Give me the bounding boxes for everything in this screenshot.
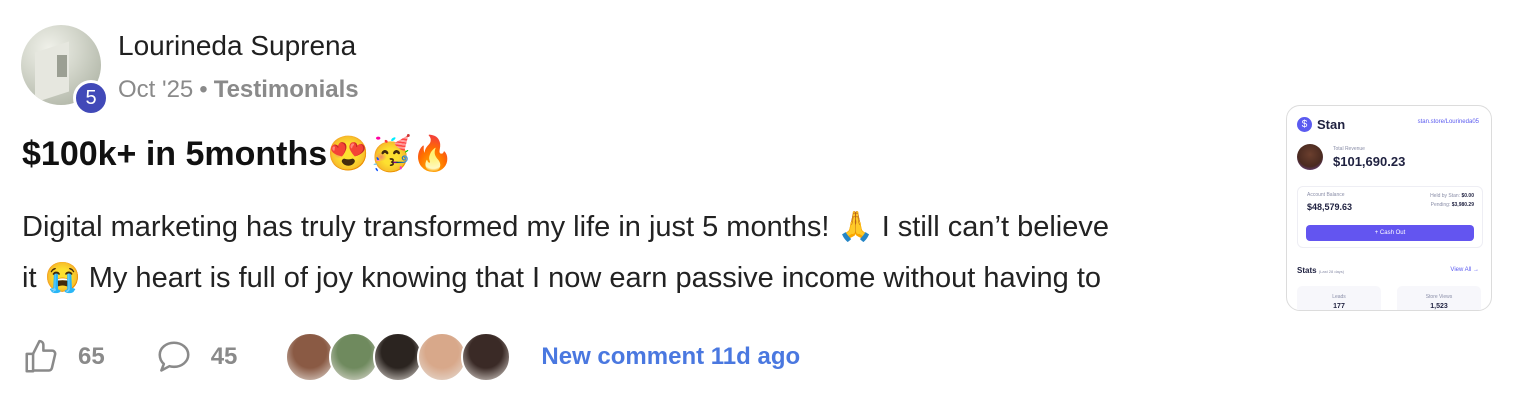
stats-title: Stats xyxy=(1297,266,1317,275)
comment-count: 45 xyxy=(210,343,238,370)
account-balance-label: Account Balance xyxy=(1307,192,1345,198)
stats-period: (Last 28 days) xyxy=(1318,269,1345,274)
post-body[interactable]: Digital marketing has truly transformed … xyxy=(22,202,1252,304)
comment-button[interactable]: 45 xyxy=(155,338,238,376)
post-date: Oct '25 xyxy=(118,76,194,103)
stats-label: Stats (Last 28 days) xyxy=(1297,266,1344,275)
stan-logo: $ Stan xyxy=(1297,117,1345,132)
post-image-thumbnail[interactable]: $ Stan stan.store/Lourineda05 Total Reve… xyxy=(1286,105,1492,311)
meta-separator: • xyxy=(199,76,208,103)
view-all-link: View All → xyxy=(1450,267,1479,273)
comment-bubble-icon xyxy=(158,341,190,372)
author-avatar-wrap[interactable]: 5 xyxy=(21,25,109,116)
commenter-avatar[interactable] xyxy=(373,332,424,382)
commenter-avatar[interactable] xyxy=(329,332,380,382)
dollar-icon: $ xyxy=(1297,117,1312,132)
post-meta: Oct '25 • Testimonials xyxy=(118,76,359,104)
stan-brand: Stan xyxy=(1317,117,1346,132)
post-actions: 65 45 New comment 11d ago xyxy=(22,332,800,382)
author-name[interactable]: Lourineda Suprena xyxy=(118,30,356,62)
post-body-line: it 😭 My heart is full of joy knowing tha… xyxy=(22,262,1102,294)
avatar-photo-detail xyxy=(57,55,67,77)
creator-avatar xyxy=(1297,144,1323,170)
store-views-value: 1,523 xyxy=(1430,303,1448,310)
thumbs-up-icon xyxy=(25,339,57,373)
stan-url: stan.store/Lourineda05 xyxy=(1417,119,1479,125)
pending-value: $3,980.29 xyxy=(1451,202,1474,208)
total-revenue-label: Total Revenue xyxy=(1333,146,1365,152)
commenter-avatars[interactable] xyxy=(285,332,512,382)
commenter-avatar[interactable] xyxy=(461,332,512,382)
post-category[interactable]: Testimonials xyxy=(214,76,359,103)
post-body-line: Digital marketing has truly transformed … xyxy=(22,211,1109,243)
total-revenue-value: $101,690.23 xyxy=(1333,154,1406,169)
post-title[interactable]: $100k+ in 5months😍🥳🔥 xyxy=(22,134,454,174)
leads-label: Leads xyxy=(1332,294,1346,300)
store-views-label: Store Views xyxy=(1425,294,1453,300)
like-button[interactable]: 65 xyxy=(22,338,105,376)
leads-stat: Leads 177 xyxy=(1297,286,1381,310)
leads-value: 177 xyxy=(1333,303,1345,310)
account-balance-value: $48,579.63 xyxy=(1307,202,1353,212)
store-views-stat: Store Views 1,523 xyxy=(1397,286,1481,310)
held-label: Held by Stan: xyxy=(1430,193,1461,199)
commenter-avatar[interactable] xyxy=(285,332,336,382)
held-value: $0.00 xyxy=(1461,193,1474,199)
commenter-avatar[interactable] xyxy=(417,332,468,382)
cash-out-button: + Cash Out xyxy=(1306,225,1474,241)
like-count: 65 xyxy=(78,343,105,370)
new-comment-link[interactable]: New comment 11d ago xyxy=(541,343,800,371)
held-pending: Held by Stan: $0.00 Pending: $3,980.29 xyxy=(1430,192,1474,210)
pending-label: Pending: xyxy=(1430,202,1451,208)
level-badge: 5 xyxy=(73,80,109,116)
balance-card: Account Balance $48,579.63 Held by Stan:… xyxy=(1297,186,1483,248)
